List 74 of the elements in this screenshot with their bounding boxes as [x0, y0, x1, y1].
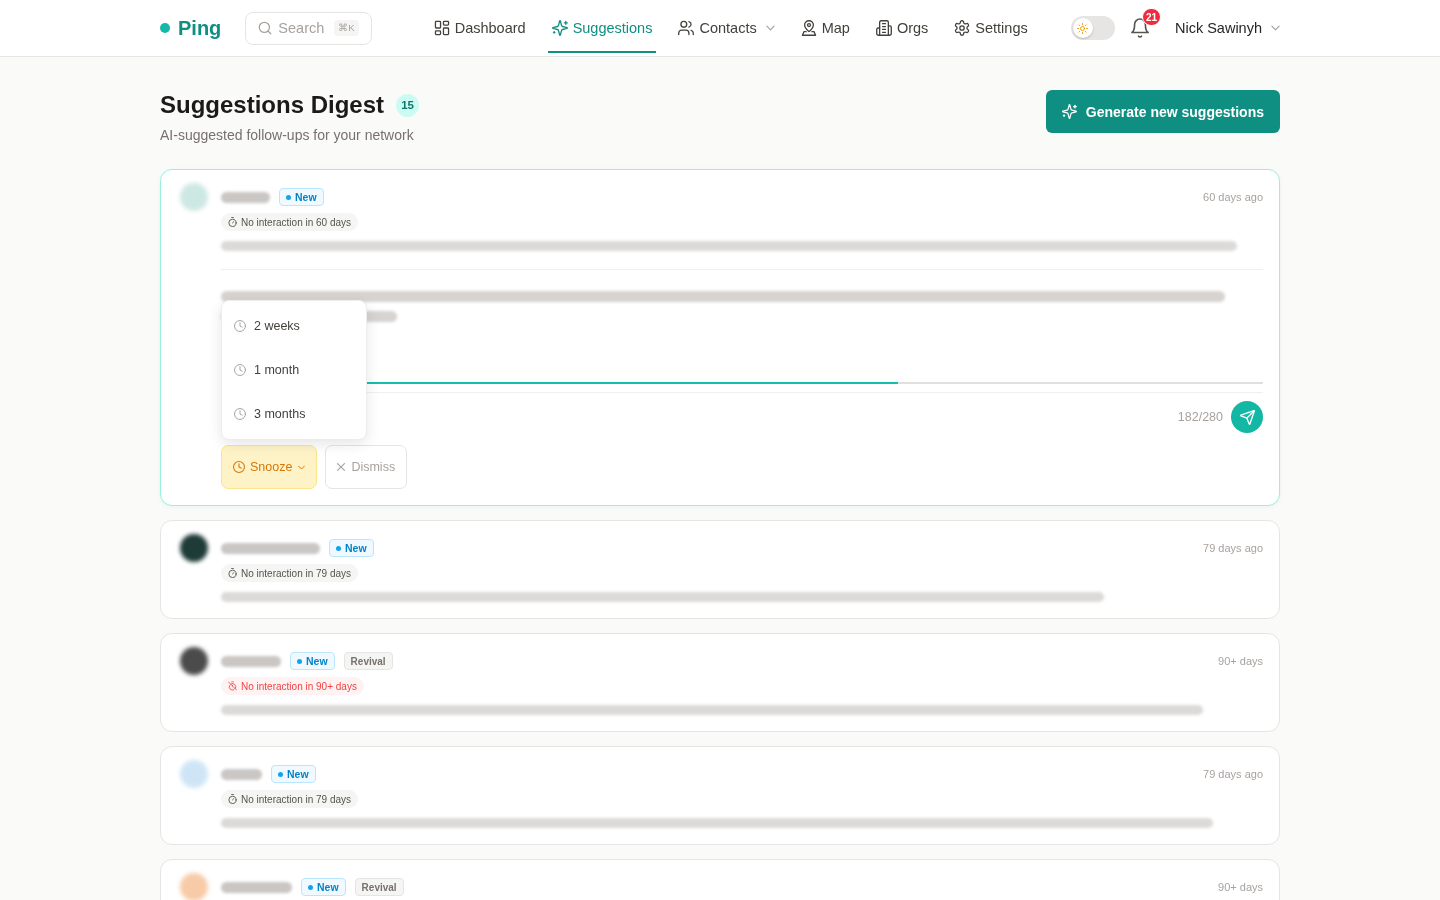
blurred-name — [221, 881, 292, 893]
status-dot-icon — [336, 545, 341, 551]
sparkles-icon — [551, 20, 568, 36]
blurred-name — [221, 768, 262, 780]
stopwatch-icon — [228, 794, 237, 804]
search-input[interactable]: Search — [278, 20, 329, 36]
blurred-name — [221, 191, 270, 203]
send-icon — [1239, 409, 1255, 425]
suggestion-count-badge: 15 — [396, 93, 420, 117]
stopwatch-icon — [228, 217, 237, 227]
sparkles-icon — [1061, 104, 1077, 119]
status-dot-icon — [308, 884, 313, 890]
chevron-down-icon — [298, 464, 306, 470]
nav-link[interactable]: Settings — [950, 0, 1032, 53]
clock-icon — [234, 364, 246, 376]
settings-icon — [954, 20, 971, 36]
clock-icon — [234, 408, 246, 420]
toggle-knob[interactable] — [1072, 18, 1093, 38]
building-icon — [875, 20, 892, 36]
theme-toggle[interactable] — [1070, 16, 1115, 40]
snooze-option[interactable]: 1 month — [222, 348, 366, 392]
snooze-option[interactable]: 3 months — [222, 392, 366, 436]
nav-link[interactable]: Orgs — [871, 0, 933, 53]
last-contact-age: 90+ days — [1218, 655, 1263, 667]
suggestion-card[interactable]: New 79 days ago No interaction in 79 days — [160, 746, 1280, 845]
inactivity-label: No interaction in 90+ days — [241, 680, 357, 692]
status-dot-icon — [286, 194, 291, 200]
stopwatch-icon — [228, 568, 237, 578]
generate-suggestions-button[interactable]: Generate new suggestions — [1045, 90, 1280, 133]
inactivity-label: No interaction in 79 days — [241, 793, 352, 805]
nav-link[interactable]: Map — [796, 0, 854, 53]
character-counter: 182/280 — [1177, 410, 1223, 424]
status-label: New — [317, 881, 339, 893]
close-icon — [337, 463, 346, 471]
suggestion-card[interactable]: New Revival 90+ days — [160, 859, 1280, 900]
last-contact-age: 90+ days — [1218, 881, 1263, 893]
users-icon — [678, 20, 695, 36]
last-contact-age: 60 days ago — [1203, 191, 1263, 203]
map-pin-icon — [800, 20, 817, 36]
status-label: New — [287, 768, 309, 780]
status-label: New — [295, 191, 317, 203]
brand-name[interactable]: Ping — [178, 16, 222, 40]
status-dot-icon — [297, 658, 302, 664]
suggestion-card[interactable]: New 79 days ago No interaction in 79 days — [160, 520, 1280, 619]
blurred-name — [221, 655, 281, 667]
status-label: New — [306, 655, 328, 667]
page-title: Suggestions Digest — [160, 90, 385, 120]
last-contact-age: 79 days ago — [1203, 542, 1263, 554]
inactivity-label: No interaction in 60 days — [241, 216, 352, 228]
inactivity-label: No interaction in 79 days — [241, 567, 352, 579]
shortcut-key: ⌘K — [334, 20, 359, 36]
page-subtitle: AI-suggested follow-ups for your network — [160, 126, 415, 145]
brand-dot-icon — [160, 23, 170, 33]
nav-link[interactable]: Dashboard — [429, 0, 530, 53]
suggestion-card[interactable]: New Revival 90+ days No interaction in 90+ days — [160, 633, 1280, 732]
clock-icon — [233, 461, 245, 473]
tag: Revival — [343, 652, 393, 670]
status-dot-icon — [278, 771, 283, 777]
nav-link[interactable]: Contacts — [674, 0, 779, 53]
last-contact-age: 79 days ago — [1203, 768, 1263, 780]
snooze-option[interactable]: 2 weeks — [222, 304, 366, 348]
user-menu-button[interactable]: Nick Sawinyh — [1174, 20, 1280, 36]
notification-count-badge: 21 — [1141, 8, 1162, 26]
tag: Revival — [354, 878, 404, 896]
clock-icon — [234, 320, 246, 332]
dashboard-grid-icon — [433, 20, 450, 36]
status-label: New — [345, 542, 367, 554]
sun-icon — [1077, 22, 1089, 34]
chevron-down-icon — [1271, 25, 1280, 31]
suggestion-card[interactable]: New 60 days ago No interaction in 60 days 182/280 2 weeks 1 month 3 months Snooze Dismiss — [160, 169, 1280, 506]
stopwatch-off-icon — [228, 681, 237, 691]
search-icon — [258, 21, 273, 35]
nav-link[interactable]: Suggestions — [547, 0, 657, 53]
send-button[interactable] — [1231, 401, 1263, 433]
